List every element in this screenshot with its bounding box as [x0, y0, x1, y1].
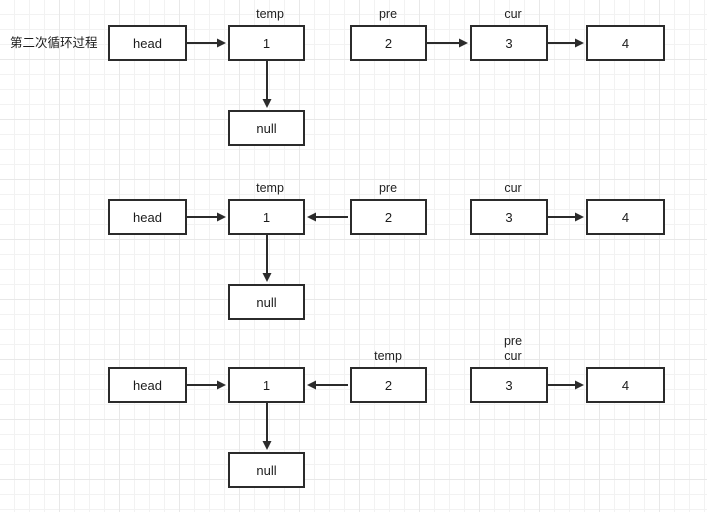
pointer-label-cur: cur: [504, 7, 522, 21]
node-box-node-2: 2: [350, 199, 427, 235]
node-box-node-3: 3: [470, 199, 548, 235]
node-box-node-null: null: [228, 452, 305, 488]
node-box-node-4: 4: [586, 199, 665, 235]
node-box-node-3: 3: [470, 367, 548, 403]
node-box-node-3: 3: [470, 25, 548, 61]
node-box-node-2: 2: [350, 25, 427, 61]
node-box-node-1: 1: [228, 25, 305, 61]
pointer-label-temp: temp: [256, 181, 284, 195]
node-box-node-2: 2: [350, 367, 427, 403]
node-box-node-null: null: [228, 284, 305, 320]
node-box-node-1: 1: [228, 367, 305, 403]
node-box-head: head: [108, 367, 187, 403]
diagram-caption: 第二次循环过程: [10, 36, 98, 50]
node-box-head: head: [108, 199, 187, 235]
pointer-label-pre: pre: [378, 181, 398, 195]
pointer-label-cur: cur: [504, 181, 522, 195]
node-box-node-4: 4: [586, 367, 665, 403]
pointer-label-pre: pre: [378, 7, 398, 21]
node-box-node-null: null: [228, 110, 305, 146]
pointer-label-temp: temp: [374, 349, 402, 363]
diagram-canvas: 第二次循环过程 head 1 null 2 3 4 temp pre cur head 1 null 2…: [0, 0, 707, 512]
node-box-node-1: 1: [228, 199, 305, 235]
pointer-label-pre-cur: pre cur: [503, 334, 523, 363]
node-box-node-4: 4: [586, 25, 665, 61]
node-box-head: head: [108, 25, 187, 61]
pointer-label-temp: temp: [256, 7, 284, 21]
